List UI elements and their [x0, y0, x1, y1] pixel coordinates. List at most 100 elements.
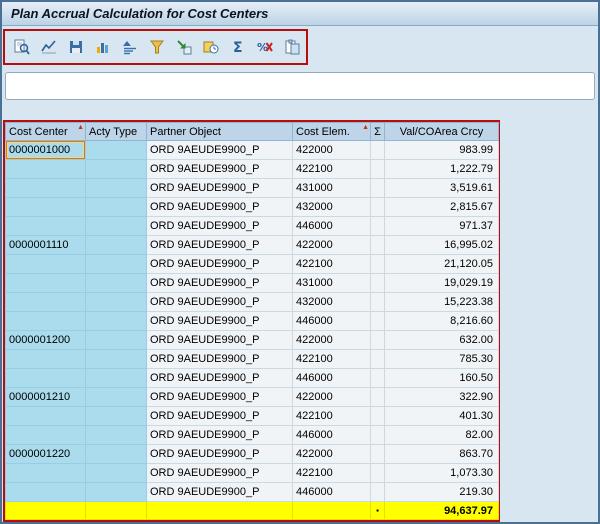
- cell-acty-type[interactable]: [85, 292, 147, 312]
- cell-partner-object[interactable]: ORD 9AEUDE9900_P: [146, 406, 293, 426]
- column-header-value[interactable]: Val/COArea Crcy: [384, 122, 499, 141]
- cell-cost-elem[interactable]: 422100: [292, 463, 371, 483]
- filter-button[interactable]: [147, 37, 167, 58]
- cell-acty-type[interactable]: [85, 482, 147, 502]
- cell-partner-object[interactable]: ORD 9AEUDE9900_P: [146, 197, 293, 217]
- cell-partner-object[interactable]: ORD 9AEUDE9900_P: [146, 235, 293, 255]
- cell-acty-type[interactable]: [85, 406, 147, 426]
- cell-cost-center[interactable]: [5, 425, 86, 445]
- cell-acty-type[interactable]: [85, 273, 147, 293]
- cell-cost-center[interactable]: [5, 311, 86, 331]
- cell-cost-elem[interactable]: 446000: [292, 368, 371, 388]
- cell-acty-type[interactable]: [85, 159, 147, 179]
- cell-value[interactable]: 21,120.05: [384, 254, 499, 274]
- column-header-cost-elem[interactable]: Cost Elem. ▲: [292, 122, 371, 141]
- cell-value[interactable]: 1,073.30: [384, 463, 499, 483]
- save-button[interactable]: [66, 37, 86, 58]
- cell-cost-center[interactable]: [5, 273, 86, 293]
- cell-cost-elem[interactable]: 422100: [292, 254, 371, 274]
- cell-acty-type[interactable]: [85, 349, 147, 369]
- cell-partner-object[interactable]: ORD 9AEUDE9900_P: [146, 463, 293, 483]
- cell-cost-elem[interactable]: 431000: [292, 178, 371, 198]
- cell-cost-center[interactable]: [5, 368, 86, 388]
- cell-partner-object[interactable]: ORD 9AEUDE9900_P: [146, 159, 293, 179]
- column-chart-button[interactable]: [93, 37, 113, 58]
- table-row[interactable]: ORD 9AEUDE9900_P 422100 1,222.79: [5, 159, 499, 179]
- table-row[interactable]: ORD 9AEUDE9900_P 422100 1,073.30: [5, 463, 499, 483]
- cell-cost-center[interactable]: [5, 482, 86, 502]
- cell-partner-object[interactable]: ORD 9AEUDE9900_P: [146, 349, 293, 369]
- cell-value[interactable]: 3,519.61: [384, 178, 499, 198]
- cell-value[interactable]: 785.30: [384, 349, 499, 369]
- cell-value[interactable]: 19,029.19: [384, 273, 499, 293]
- table-row[interactable]: 0000001210 ORD 9AEUDE9900_P 422000 322.9…: [5, 387, 499, 407]
- cell-value[interactable]: 1,222.79: [384, 159, 499, 179]
- cell-acty-type[interactable]: [85, 197, 147, 217]
- cell-cost-elem[interactable]: 432000: [292, 197, 371, 217]
- cell-cost-center[interactable]: 0000001210: [5, 387, 86, 407]
- cell-cost-center[interactable]: [5, 159, 86, 179]
- cell-acty-type[interactable]: [85, 387, 147, 407]
- table-row[interactable]: ORD 9AEUDE9900_P 446000 8,216.60: [5, 311, 499, 331]
- cell-cost-elem[interactable]: 432000: [292, 292, 371, 312]
- sum-button[interactable]: Σ: [228, 37, 248, 58]
- cell-cost-elem[interactable]: 446000: [292, 425, 371, 445]
- cell-value[interactable]: 160.50: [384, 368, 499, 388]
- column-header-cost-center[interactable]: Cost Center ▲: [5, 122, 86, 141]
- table-row[interactable]: ORD 9AEUDE9900_P 446000 219.30: [5, 482, 499, 502]
- sort-ascending-button[interactable]: [120, 37, 140, 58]
- cell-partner-object[interactable]: ORD 9AEUDE9900_P: [146, 425, 293, 445]
- table-row[interactable]: ORD 9AEUDE9900_P 422100 21,120.05: [5, 254, 499, 274]
- cell-partner-object[interactable]: ORD 9AEUDE9900_P: [146, 216, 293, 236]
- graphic-button[interactable]: [39, 37, 59, 58]
- cell-cost-center[interactable]: 0000001110: [5, 235, 86, 255]
- column-header-acty-type[interactable]: Acty Type: [85, 122, 147, 141]
- column-header-sigma[interactable]: Σ: [370, 122, 385, 141]
- cell-cost-center[interactable]: [5, 463, 86, 483]
- table-row[interactable]: 0000001000 ORD 9AEUDE9900_P 422000 983.9…: [5, 140, 499, 160]
- cell-cost-elem[interactable]: 422100: [292, 349, 371, 369]
- copy-button[interactable]: [282, 37, 302, 58]
- cell-value[interactable]: 2,815.67: [384, 197, 499, 217]
- table-row[interactable]: 0000001200 ORD 9AEUDE9900_P 422000 632.0…: [5, 330, 499, 350]
- cell-value[interactable]: 15,223.38: [384, 292, 499, 312]
- cell-cost-center[interactable]: 0000001200: [5, 330, 86, 350]
- cell-acty-type[interactable]: [85, 425, 147, 445]
- cell-cost-elem[interactable]: 446000: [292, 311, 371, 331]
- cell-cost-center[interactable]: [5, 406, 86, 426]
- table-row[interactable]: ORD 9AEUDE9900_P 431000 3,519.61: [5, 178, 499, 198]
- table-row[interactable]: ORD 9AEUDE9900_P 422100 401.30: [5, 406, 499, 426]
- table-row[interactable]: 0000001110 ORD 9AEUDE9900_P 422000 16,99…: [5, 235, 499, 255]
- cell-cost-center[interactable]: [5, 216, 86, 236]
- cell-acty-type[interactable]: [85, 140, 147, 160]
- cell-partner-object[interactable]: ORD 9AEUDE9900_P: [146, 178, 293, 198]
- details-button[interactable]: [12, 37, 32, 58]
- cell-value[interactable]: 863.70: [384, 444, 499, 464]
- cell-partner-object[interactable]: ORD 9AEUDE9900_P: [146, 368, 293, 388]
- table-row[interactable]: ORD 9AEUDE9900_P 431000 19,029.19: [5, 273, 499, 293]
- table-row[interactable]: ORD 9AEUDE9900_P 422100 785.30: [5, 349, 499, 369]
- cell-value[interactable]: 632.00: [384, 330, 499, 350]
- table-row[interactable]: 0000001220 ORD 9AEUDE9900_P 422000 863.7…: [5, 444, 499, 464]
- cell-value[interactable]: 971.37: [384, 216, 499, 236]
- cell-cost-center[interactable]: [5, 292, 86, 312]
- cell-partner-object[interactable]: ORD 9AEUDE9900_P: [146, 330, 293, 350]
- cell-cost-center[interactable]: [5, 349, 86, 369]
- cell-cost-center[interactable]: [5, 197, 86, 217]
- table-row[interactable]: ORD 9AEUDE9900_P 432000 15,223.38: [5, 292, 499, 312]
- cell-acty-type[interactable]: [85, 254, 147, 274]
- cell-value[interactable]: 322.90: [384, 387, 499, 407]
- table-row[interactable]: ORD 9AEUDE9900_P 446000 160.50: [5, 368, 499, 388]
- cell-acty-type[interactable]: [85, 368, 147, 388]
- cell-cost-elem[interactable]: 422100: [292, 406, 371, 426]
- cell-cost-center[interactable]: 0000001000: [5, 140, 86, 160]
- cell-partner-object[interactable]: ORD 9AEUDE9900_P: [146, 387, 293, 407]
- cell-partner-object[interactable]: ORD 9AEUDE9900_P: [146, 254, 293, 274]
- cell-partner-object[interactable]: ORD 9AEUDE9900_P: [146, 444, 293, 464]
- cell-cost-center[interactable]: [5, 178, 86, 198]
- cell-cost-elem[interactable]: 422000: [292, 387, 371, 407]
- cell-acty-type[interactable]: [85, 178, 147, 198]
- cell-cost-elem[interactable]: 422000: [292, 140, 371, 160]
- table-row[interactable]: ORD 9AEUDE9900_P 432000 2,815.67: [5, 197, 499, 217]
- cell-partner-object[interactable]: ORD 9AEUDE9900_P: [146, 482, 293, 502]
